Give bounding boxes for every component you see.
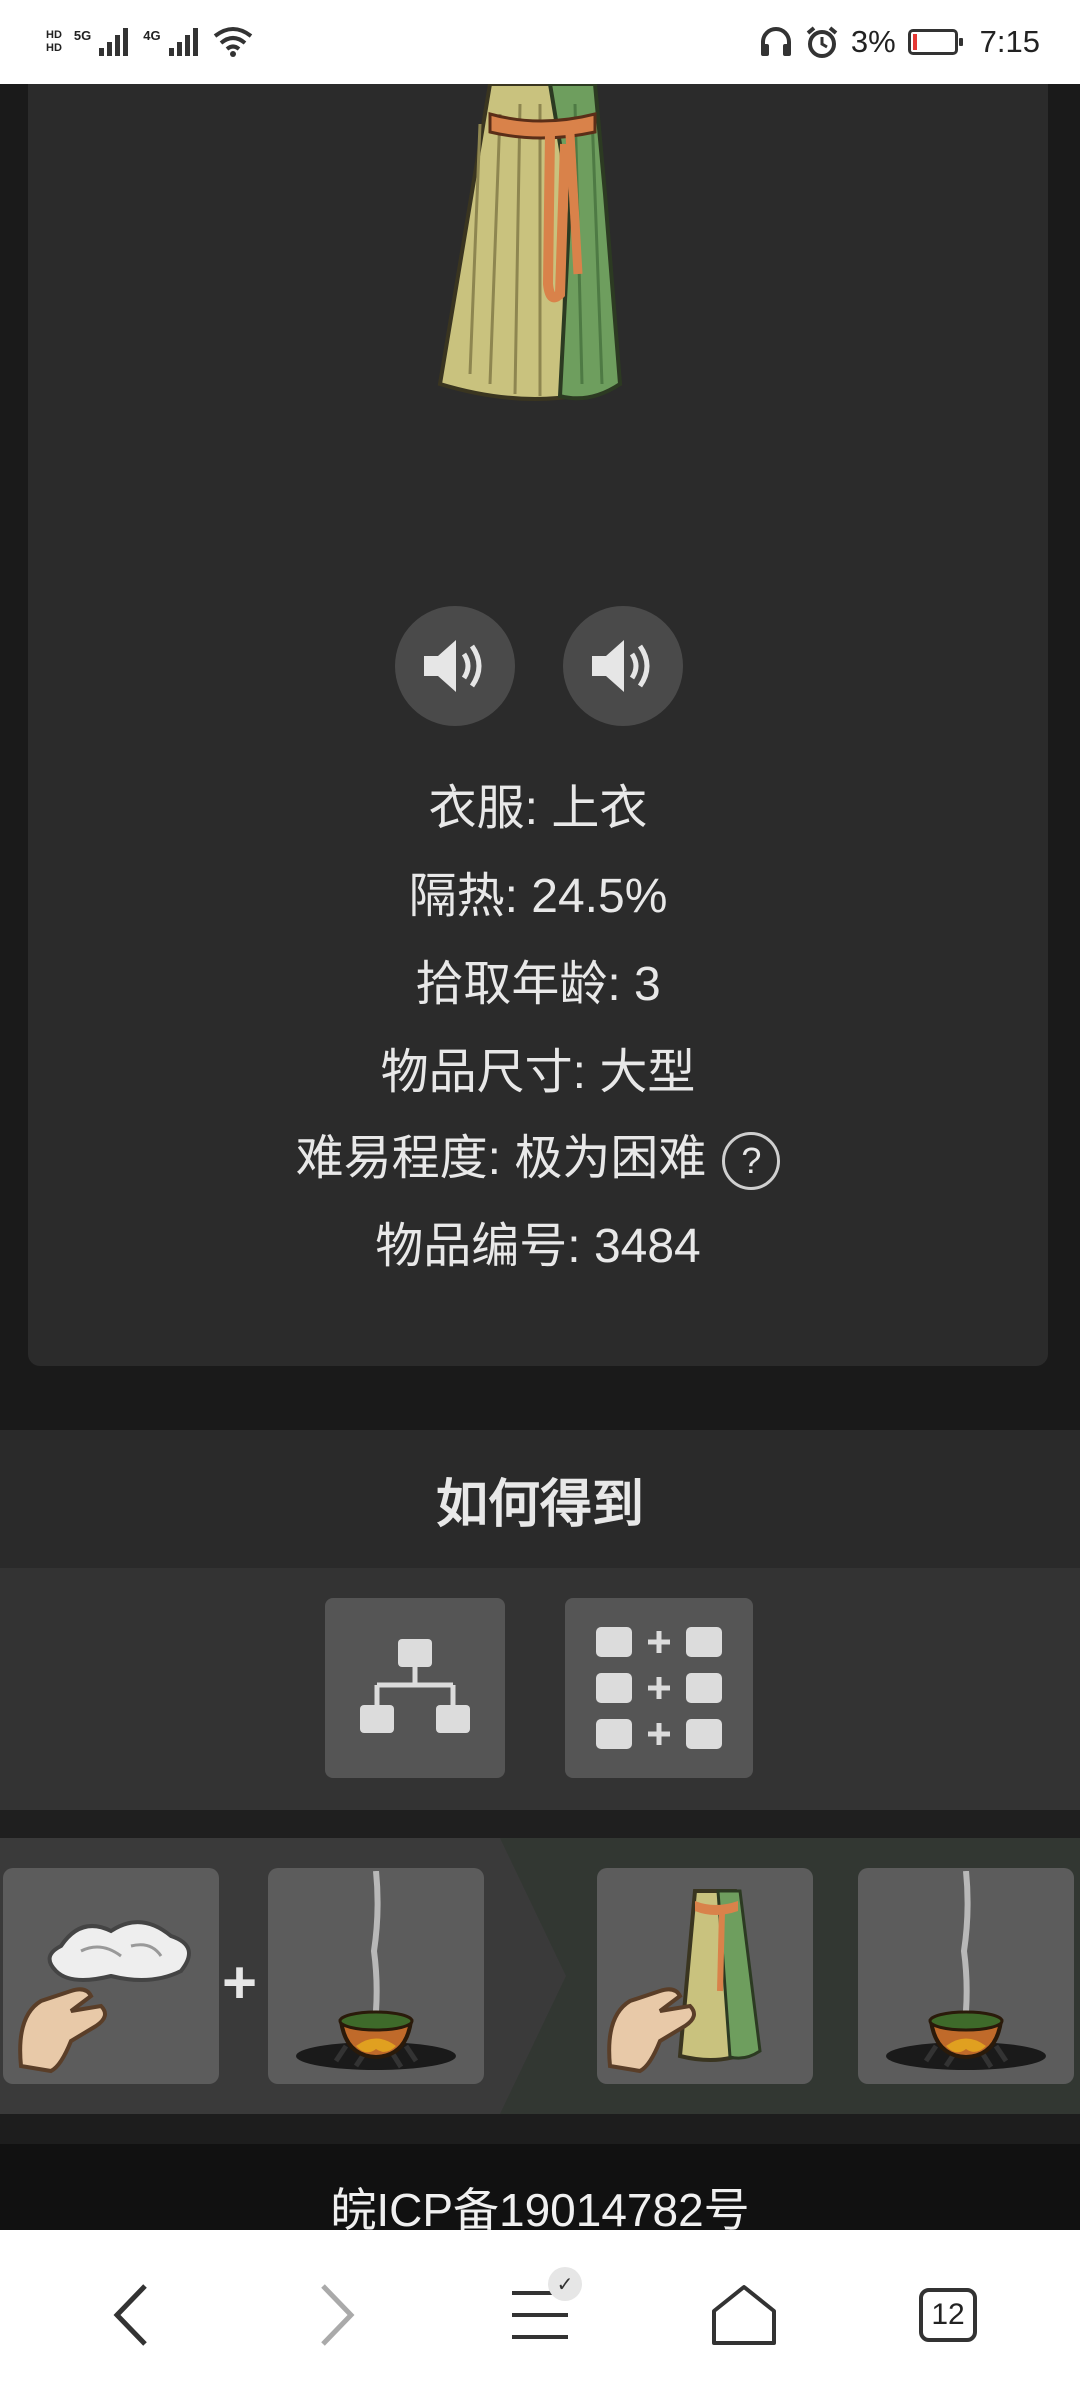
footer-gap <box>0 2114 1080 2144</box>
how-to-get-title: 如何得到 <box>435 1475 644 1534</box>
recipe-result-tool-slot[interactable] <box>858 1868 1074 2084</box>
network-5g-label: 5G <box>73 28 92 43</box>
recipe-list-button[interactable] <box>565 1598 753 1778</box>
robe-item-image <box>437 84 623 401</box>
chevron-right-icon <box>321 2284 355 2346</box>
signal-icon <box>167 26 201 58</box>
grid-plus-icon <box>596 1627 722 1749</box>
home-button[interactable] <box>684 2255 804 2375</box>
check-badge-icon: ✓ <box>548 2267 582 2301</box>
pickup-age: 拾取年龄: 3 <box>415 958 661 1011</box>
clothing-type: 衣服: 上衣 <box>428 782 648 835</box>
wool-in-hand-icon <box>18 1920 191 2074</box>
item-id: 物品编号: 3484 <box>375 1220 701 1273</box>
play-sound-button-2[interactable] <box>563 606 683 726</box>
hd-label-1: HD <box>46 29 62 41</box>
signal-icon <box>97 26 131 58</box>
play-sound-button-1[interactable] <box>395 606 515 726</box>
back-button[interactable] <box>72 2255 192 2375</box>
recipe-row: + <box>0 1838 1080 2114</box>
recipe-plus: + <box>222 1949 258 2016</box>
speaker-icon <box>424 640 482 692</box>
hd-indicator: HD HD <box>46 29 62 55</box>
difficulty-row: 难易程度: 极为困难? <box>28 1118 1048 1191</box>
speaker-icon <box>592 640 650 692</box>
forward-button[interactable] <box>276 2255 396 2375</box>
difficulty-value: 难易程度: 极为困难 <box>295 1132 707 1185</box>
tree-icon <box>360 1639 470 1733</box>
recipe-input-slot[interactable] <box>3 1868 219 2084</box>
tabs-button[interactable]: 12 <box>888 2255 1008 2375</box>
recipe-arrow-icon <box>496 1838 566 2114</box>
difficulty-help-button[interactable]: ? <box>722 1132 781 1191</box>
status-bar: HD HD 5G 4G 3% 7:15 <box>0 0 1080 84</box>
hd-label-2: HD <box>46 42 62 54</box>
menu-button[interactable]: ✓ <box>480 2255 600 2375</box>
how-to-get-header: 如何得到 <box>0 1430 1080 1568</box>
section-gap <box>0 1810 1080 1838</box>
clock-time: 7:15 <box>979 24 1040 59</box>
fire-pot-icon <box>296 1871 456 2070</box>
battery-percent: 3% <box>850 24 896 59</box>
battery-icon <box>907 29 963 55</box>
fire-pot-icon <box>886 1871 1046 2070</box>
recipe-result-slot[interactable] <box>597 1868 813 2084</box>
item-size: 物品尺寸: 大型 <box>380 1046 696 1099</box>
chevron-left-icon <box>113 2284 147 2346</box>
tree-view-button[interactable] <box>325 1598 505 1778</box>
wifi-icon <box>213 26 253 58</box>
site-footer: 皖ICP备19014782号 <box>0 2144 1080 2230</box>
icp-license-link[interactable]: 皖ICP备19014782号 <box>330 2174 749 2230</box>
insulation-value: 隔热: 24.5% <box>408 870 668 923</box>
alarm-icon <box>805 25 839 59</box>
headphones-icon <box>759 26 793 58</box>
network-4g-label: 4G <box>143 28 161 43</box>
home-icon <box>712 2285 776 2345</box>
browser-nav-bar: ✓ 12 <box>0 2230 1080 2400</box>
robe-in-hand-icon <box>607 1889 762 2074</box>
tabs-count: 12 <box>919 2288 977 2342</box>
recipe-tool-slot[interactable] <box>268 1868 484 2084</box>
view-mode-bar <box>0 1568 1080 1810</box>
